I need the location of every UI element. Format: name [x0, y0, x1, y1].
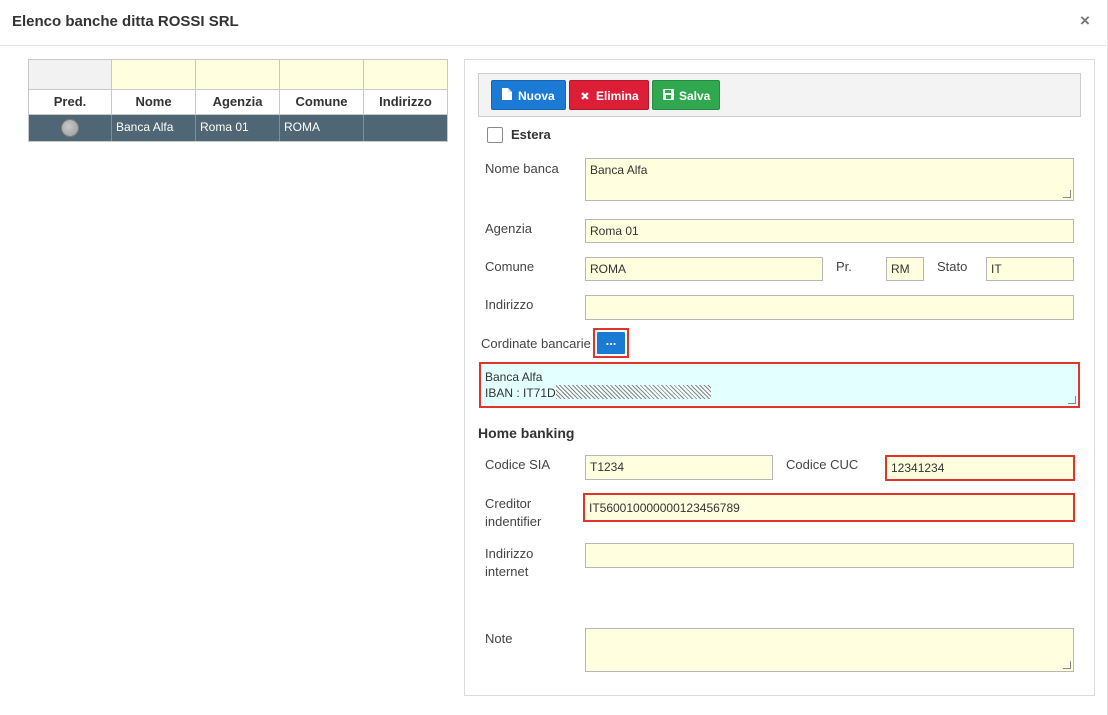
nuova-label: Nuova	[518, 89, 555, 103]
new-file-icon	[500, 82, 514, 112]
elimina-button[interactable]: ✖ Elimina	[569, 80, 649, 110]
iban-redaction	[555, 385, 711, 399]
comune-label: Comune	[485, 259, 535, 274]
close-x-icon: ✖	[580, 91, 590, 103]
column-header-comune[interactable]: Comune	[280, 90, 364, 114]
codice-sia-label: Codice SIA	[485, 457, 551, 472]
default-radio-icon[interactable]	[61, 119, 79, 137]
cell-pred[interactable]	[29, 115, 112, 141]
cell-agenzia[interactable]: Roma 01	[196, 115, 280, 141]
filter-comune[interactable]	[280, 60, 364, 89]
creditor-identifier-field[interactable]: IT560010000000123456789	[583, 493, 1075, 522]
note-field[interactable]	[585, 628, 1074, 672]
estera-label: Estera	[511, 127, 551, 142]
creditor-identifier-label: Creditor indentifier	[485, 495, 541, 531]
creditor-label-line1: Creditor	[485, 496, 532, 511]
filter-indirizzo[interactable]	[364, 60, 447, 89]
indirizzo-internet-label: Indirizzo internet	[485, 545, 533, 581]
nuova-button[interactable]: Nuova	[491, 80, 566, 110]
agenzia-label: Agenzia	[485, 221, 532, 236]
estera-checkbox[interactable]	[487, 127, 503, 143]
cell-comune[interactable]: ROMA	[280, 115, 364, 141]
home-banking-title: Home banking	[478, 425, 575, 441]
elimina-label: Elimina	[596, 89, 639, 103]
coordinate-iban-line: IBAN : IT71D	[485, 385, 1074, 401]
note-label: Note	[485, 631, 513, 646]
grid-filter-row	[29, 60, 447, 90]
indirizzo-internet-field[interactable]	[585, 543, 1074, 568]
indirizzo-field[interactable]	[585, 295, 1074, 320]
column-header-nome[interactable]: Nome	[112, 90, 196, 114]
save-icon	[661, 82, 675, 112]
agenzia-field[interactable]: Roma 01	[585, 219, 1074, 243]
coordinate-iban-prefix: IBAN : IT71D	[485, 386, 556, 400]
stato-field[interactable]: IT	[986, 257, 1074, 281]
indirizzo-label: Indirizzo	[485, 297, 534, 312]
dialog-title: Elenco banche ditta ROSSI SRL	[12, 13, 239, 30]
creditor-label-line2: indentifier	[485, 514, 542, 529]
codice-sia-field[interactable]: T1234	[585, 455, 773, 480]
dialog-header: Elenco banche ditta ROSSI SRL ×	[0, 0, 1108, 46]
codice-cuc-label: Codice CUC	[786, 457, 859, 472]
salva-label: Salva	[679, 89, 711, 103]
column-header-pred[interactable]: Pred.	[29, 90, 112, 114]
coordinate-bank-name: Banca Alfa	[485, 370, 543, 384]
stato-label: Stato	[937, 259, 968, 274]
close-icon[interactable]: ×	[1080, 11, 1090, 31]
cell-indirizzo[interactable]	[364, 115, 447, 141]
column-header-agenzia[interactable]: Agenzia	[196, 90, 280, 114]
comune-field[interactable]: ROMA	[585, 257, 823, 281]
filter-agenzia[interactable]	[196, 60, 280, 89]
column-header-indirizzo[interactable]: Indirizzo	[364, 90, 447, 114]
grid-header-row: Pred. Nome Agenzia Comune Indirizzo	[29, 90, 447, 115]
bank-grid: Pred. Nome Agenzia Comune Indirizzo Banc…	[28, 59, 448, 142]
nome-banca-field[interactable]: Banca Alfa	[585, 158, 1074, 201]
coordinate-bancarie-field[interactable]: Banca Alfa IBAN : IT71D	[479, 362, 1080, 408]
cell-nome[interactable]: Banca Alfa	[112, 115, 196, 141]
table-row[interactable]: Banca Alfa Roma 01 ROMA	[29, 115, 447, 141]
pr-label: Pr.	[836, 259, 852, 274]
coordinate-bancarie-label: Cordinate bancarie	[481, 336, 591, 351]
filter-nome[interactable]	[112, 60, 196, 89]
filter-pred	[29, 60, 112, 89]
coordinate-bancarie-button[interactable]: ...	[593, 328, 629, 358]
provincia-field[interactable]: RM	[886, 257, 924, 281]
codice-cuc-field[interactable]: 12341234	[885, 455, 1075, 481]
indirizzo-internet-label-line2: internet	[485, 564, 529, 579]
nome-banca-label: Nome banca	[485, 161, 559, 176]
indirizzo-internet-label-line1: Indirizzo	[485, 546, 534, 561]
salva-button[interactable]: Salva	[652, 80, 720, 110]
coordinate-bancarie-button-label: ...	[597, 332, 625, 354]
